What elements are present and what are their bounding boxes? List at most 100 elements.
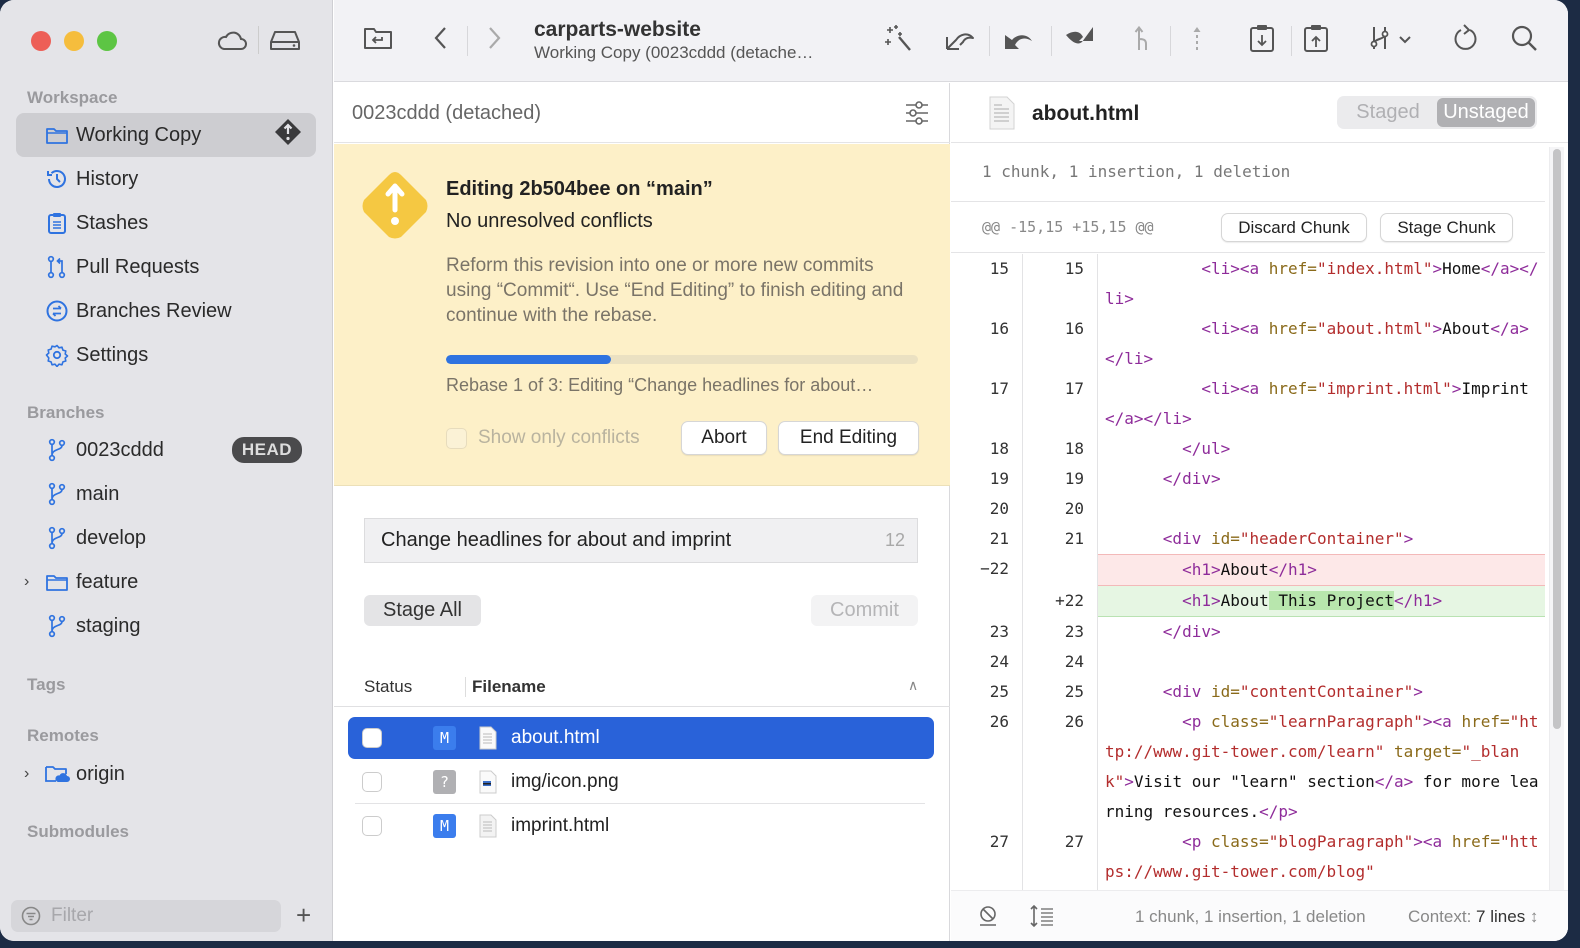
chevron-down-icon: [1399, 31, 1411, 49]
clipboard-icon: [44, 210, 70, 236]
sidebar-filter-input[interactable]: Filter: [11, 900, 281, 932]
staged-tab[interactable]: Staged: [1339, 98, 1437, 127]
branch-label: feature: [76, 570, 139, 593]
hard-drive-icon[interactable]: [267, 24, 303, 56]
filename-column-header[interactable]: Filename: [465, 677, 546, 697]
repositories-button[interactable]: [358, 22, 398, 58]
rebase-title: Editing 2b504bee on “main”: [446, 178, 713, 200]
branch-folder-item[interactable]: › feature: [16, 560, 316, 604]
commit-button[interactable]: Commit: [811, 595, 918, 626]
merge-button[interactable]: [1129, 22, 1155, 58]
diff-scrollbar[interactable]: [1549, 147, 1564, 937]
discard-chunk-button[interactable]: Discard Chunk: [1221, 213, 1367, 242]
rebase-subtitle: No unresolved conflicts: [446, 210, 653, 232]
rebase-step-label: Rebase 1 of 3: Editing “Change headlines…: [446, 375, 874, 395]
sidebar-item-settings[interactable]: Settings: [16, 333, 316, 377]
show-only-conflicts-checkbox[interactable]: Show only conflicts: [446, 427, 640, 449]
commit-message-input[interactable]: Change headlines for about and imprint 1…: [364, 518, 918, 563]
diff-line: 21 21 <div id="headerContainer">: [989, 529, 1414, 548]
branch-item[interactable]: 0023cddd HEAD: [16, 428, 316, 472]
html-file-icon: [987, 96, 1017, 135]
chevron-right-icon[interactable]: ›: [24, 573, 29, 591]
diff-code-view: 15 15 <li><a href="index.html">Home</a></…: [951, 254, 1545, 890]
chevron-right-icon: [488, 26, 502, 55]
stage-checkbox[interactable]: [362, 728, 382, 748]
view-options-icon[interactable]: [904, 100, 930, 131]
rebase-button[interactable]: [1184, 22, 1210, 58]
file-row[interactable]: M about.html: [348, 717, 934, 759]
rebase-banner: Editing 2b504bee on “main” No unresolved…: [334, 144, 950, 486]
diff-line: 27 27 <p class="blogParagraph"><a href="h…: [989, 832, 1539, 881]
sort-ascending-icon[interactable]: ∧: [908, 677, 918, 694]
pull-request-icon: [44, 254, 70, 280]
sidebar-item-pull-requests[interactable]: Pull Requests: [16, 245, 316, 289]
minimize-window-button[interactable]: [64, 31, 84, 51]
forward-button[interactable]: [481, 22, 509, 58]
scrollbar-thumb[interactable]: [1553, 149, 1561, 729]
stepper-icon: ↕: [1529, 907, 1539, 926]
branch-icon: [44, 481, 70, 507]
stage-chunk-button[interactable]: Stage Chunk: [1380, 213, 1513, 242]
branch-item[interactable]: staging: [16, 604, 316, 648]
search-button[interactable]: [1506, 22, 1542, 58]
close-window-button[interactable]: [31, 31, 51, 51]
app-window: Workspace Working Copy History Stashes P…: [0, 0, 1568, 941]
dotted-arrow-icon: [1190, 24, 1204, 57]
magic-wand-icon: [882, 23, 914, 58]
repository-title: carparts-website: [534, 18, 701, 41]
folder-icon: [44, 569, 70, 595]
checkbox-label: Show only conflicts: [478, 427, 640, 448]
refresh-button[interactable]: [1448, 22, 1484, 58]
diff-line: 19 19 </div>: [989, 469, 1221, 488]
add-button[interactable]: +: [296, 901, 311, 929]
file-row[interactable]: ? img/icon.png: [348, 761, 934, 803]
chevron-right-icon[interactable]: ›: [24, 765, 29, 783]
quick-actions-button[interactable]: [880, 22, 916, 58]
branch-item[interactable]: main: [16, 472, 316, 516]
end-editing-button[interactable]: End Editing: [778, 421, 919, 455]
branch-item[interactable]: develop: [16, 516, 316, 560]
zoom-window-button[interactable]: [97, 31, 117, 51]
unstaged-tab[interactable]: Unstaged: [1437, 98, 1535, 127]
line-wrap-icon[interactable]: [1029, 904, 1055, 933]
diff-summary: 1 chunk, 1 insertion, 1 deletion: [951, 144, 1545, 202]
undo-arrow-icon: [943, 25, 977, 56]
back-button[interactable]: [426, 22, 454, 58]
branch-label: develop: [76, 526, 147, 549]
status-column-header[interactable]: Status: [364, 677, 412, 697]
stage-checkbox[interactable]: [362, 772, 382, 792]
branch-icon: [44, 525, 70, 551]
ignore-whitespace-icon[interactable]: [977, 905, 999, 932]
abort-button[interactable]: Abort: [681, 421, 767, 455]
pull-button[interactable]: [1001, 22, 1037, 58]
sidebar-item-stashes[interactable]: Stashes: [16, 201, 316, 245]
staged-unstaged-toggle: Staged Unstaged: [1337, 96, 1537, 129]
branches-section-title: Branches: [27, 403, 105, 422]
file-row[interactable]: M imprint.html: [348, 805, 934, 847]
diff-line: 16 16 <li><a href="about.html">About</a><…: [989, 319, 1529, 368]
checkbox[interactable]: [446, 427, 467, 449]
stage-all-button[interactable]: Stage All: [364, 595, 481, 626]
sidebar-item-working-copy[interactable]: Working Copy: [16, 113, 316, 157]
clipboard-down-icon: [1248, 23, 1276, 58]
stage-checkbox[interactable]: [362, 816, 382, 836]
sidebar-item-branches-review[interactable]: Branches Review: [16, 289, 316, 333]
diff-line-inserted[interactable]: +22 <h1>About This Project</h1>: [951, 586, 1545, 617]
remote-item-origin[interactable]: › origin: [16, 752, 316, 796]
stash-button[interactable]: [1244, 22, 1280, 58]
sidebar-item-history[interactable]: History: [16, 157, 316, 201]
diff-line: 26 26 <p class="learnParagraph"><a href="…: [989, 712, 1539, 821]
diff-line: 24 24: [989, 652, 1084, 671]
status-badge: M: [433, 814, 456, 838]
cloud-icon[interactable]: [214, 24, 250, 56]
diff-line-deleted[interactable]: −22 <h1>About</h1>: [951, 554, 1545, 586]
rebase-progress-bar: [446, 355, 918, 364]
working-copy-panel: 0023cddd (detached) Editing 2b504bee on …: [334, 83, 950, 941]
search-icon: [1510, 24, 1538, 57]
html-file-icon: [478, 726, 498, 750]
pop-stash-button[interactable]: [1298, 22, 1334, 58]
git-flow-menu-button[interactable]: [1364, 22, 1416, 58]
context-lines-select[interactable]: Context: 7 lines ↕: [1408, 907, 1538, 927]
push-button[interactable]: [1061, 22, 1097, 58]
undo-button[interactable]: [942, 22, 978, 58]
